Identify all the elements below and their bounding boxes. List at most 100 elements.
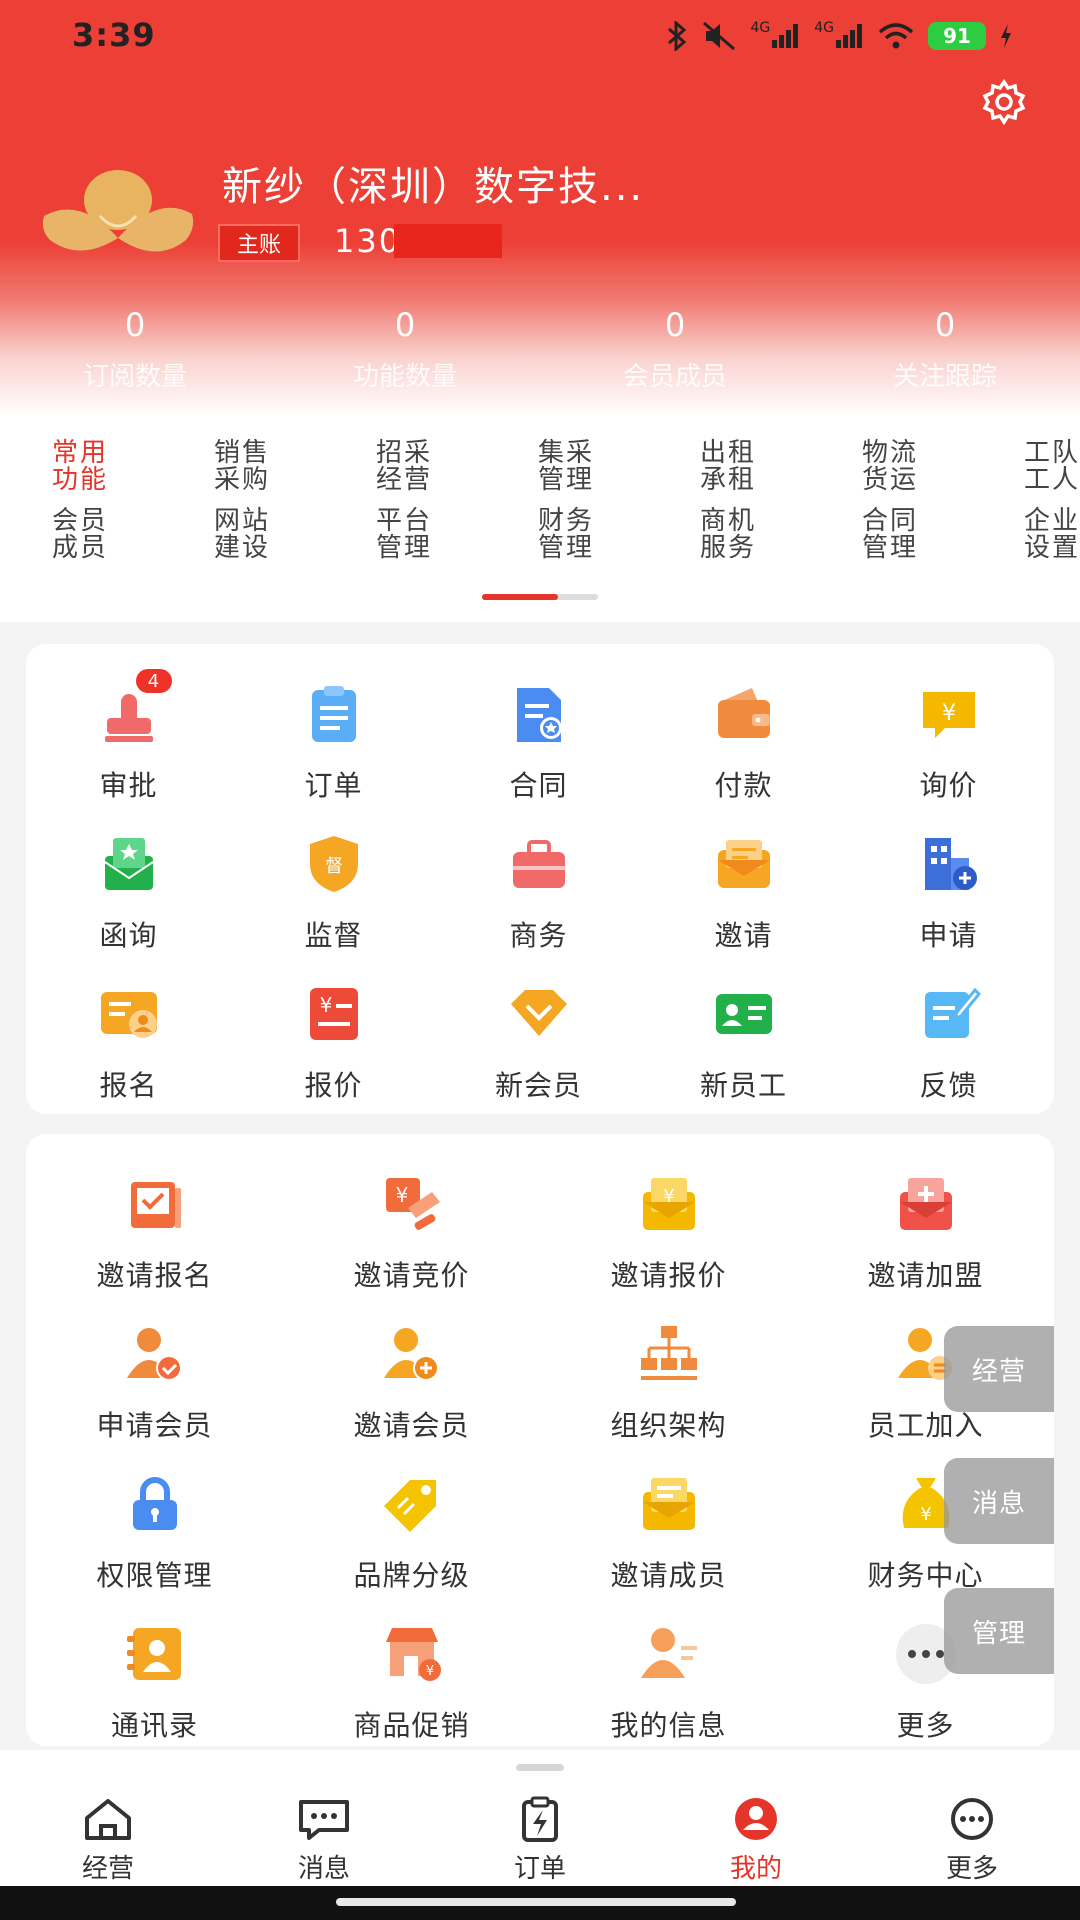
grid-item-id-card[interactable]: 新员工 <box>641 982 846 1104</box>
category-item[interactable]: 常用 功能 <box>40 440 120 494</box>
management-functions-card: 邀请报名 ¥ 邀请竞价 ¥ 邀请报价 邀请加盟 申请会员 邀请会员 组织架构 员工加入 权限管理 品牌… <box>26 1134 1054 1746</box>
category-item[interactable]: 物流 货运 <box>850 440 930 494</box>
briefcase-icon <box>507 832 571 896</box>
grid-item-lock[interactable]: 权限管理 <box>26 1472 283 1594</box>
grid-item-label: 付款 <box>714 769 773 802</box>
grid-item-inquiry[interactable]: ¥ 询价 <box>846 682 1051 804</box>
grid-item-feedback[interactable]: 反馈 <box>846 982 1051 1104</box>
grid-item-envelope[interactable]: 邀请 <box>641 832 846 954</box>
feedback-icon <box>917 982 981 1046</box>
tab-home[interactable]: 经营 <box>48 1796 168 1885</box>
grid-item-briefcase[interactable]: 商务 <box>436 832 641 954</box>
floating-button-3[interactable]: 管理 <box>944 1588 1054 1674</box>
grid-item-invite-quote[interactable]: ¥ 邀请报价 <box>540 1172 797 1294</box>
category-scroll-indicator <box>482 594 598 600</box>
grid-item-label: 订单 <box>304 769 363 802</box>
grid-item-label: 反馈 <box>919 1069 978 1102</box>
settings-gear-icon[interactable] <box>980 78 1028 126</box>
stat-label: 订阅数量 <box>82 362 187 392</box>
grid-item-apply-member[interactable]: 申请会员 <box>26 1322 283 1444</box>
grid-item-label: 商品促销 <box>353 1709 470 1742</box>
category-line2: 设置 <box>1023 533 1080 563</box>
category-item[interactable]: 工队 工人 <box>1012 440 1080 494</box>
grid-item-invite-signup[interactable]: 邀请报名 <box>26 1172 283 1294</box>
stat-label: 会员成员 <box>622 362 727 392</box>
grid-item-label: 品牌分级 <box>353 1559 470 1592</box>
tab-label: 订单 <box>513 1854 566 1884</box>
category-item[interactable]: 合同 管理 <box>850 508 930 562</box>
grid-item-label: 权限管理 <box>96 1559 213 1592</box>
grid-item-label: 邀请加盟 <box>867 1259 984 1292</box>
grid-item-shield[interactable]: 督监督 <box>231 832 436 954</box>
category-item[interactable]: 平台 管理 <box>364 508 444 562</box>
grid-item-signup-card[interactable]: 报名 <box>26 982 231 1104</box>
stat-item[interactable]: 0 功能数量 <box>270 306 540 393</box>
tab-more[interactable]: 更多 <box>912 1796 1032 1885</box>
grid-item-label: 申请会员 <box>96 1409 213 1442</box>
category-item[interactable]: 网站 建设 <box>202 508 282 562</box>
grid-item-contract[interactable]: 合同 <box>436 682 641 804</box>
category-item[interactable]: 企业 设置 <box>1012 508 1080 562</box>
tab-order[interactable]: 订单 <box>480 1796 600 1885</box>
grid-item-label: 邀请 <box>714 919 773 952</box>
category-item[interactable]: 商机 服务 <box>688 508 768 562</box>
signal-icon-2: 4G <box>814 20 864 52</box>
floating-button-2[interactable]: 消息 <box>944 1458 1054 1544</box>
company-logo <box>40 166 196 262</box>
stat-label: 关注跟踪 <box>892 362 997 392</box>
grid-item-store[interactable]: ¥ 商品促销 <box>283 1622 540 1744</box>
grid-item-org-chart[interactable]: 组织架构 <box>540 1322 797 1444</box>
tab-profile[interactable]: 我的 <box>696 1796 816 1885</box>
grid-item-diamond[interactable]: 新会员 <box>436 982 641 1104</box>
shield-icon: 督 <box>302 832 366 896</box>
phone-redaction <box>394 224 502 258</box>
role-badge: 主账 <box>218 224 300 262</box>
category-line1: 合同 <box>861 506 918 536</box>
svg-text:¥: ¥ <box>920 1504 931 1525</box>
floating-button-1[interactable]: 经营 <box>944 1326 1054 1412</box>
category-line2: 建设 <box>213 533 270 563</box>
category-item[interactable]: 招采 经营 <box>364 440 444 494</box>
grid-item-label: 询价 <box>919 769 978 802</box>
status-time: 3:39 <box>72 16 156 54</box>
category-item[interactable]: 出租 承租 <box>688 440 768 494</box>
invite-signup-icon <box>123 1172 187 1236</box>
invite-member-mail-icon <box>637 1472 701 1536</box>
invite-quote-icon: ¥ <box>637 1172 701 1236</box>
category-item[interactable]: 财务 管理 <box>526 508 606 562</box>
status-bar: 3:39 4G 4G 91 <box>0 0 1080 76</box>
store-icon: ¥ <box>380 1622 444 1686</box>
grid-item-tag[interactable]: 品牌分级 <box>283 1472 540 1594</box>
signup-card-icon <box>97 982 161 1046</box>
grid-item-wallet[interactable]: 付款 <box>641 682 846 804</box>
grid-item-letter[interactable]: 函询 <box>26 832 231 954</box>
signal-icon-1: 4G <box>750 20 800 52</box>
grid-item-contacts[interactable]: 通讯录 <box>26 1622 283 1744</box>
grid-item-quote[interactable]: ¥ 报价 <box>231 982 436 1104</box>
drag-handle[interactable] <box>516 1764 564 1771</box>
grid-item-clipboard[interactable]: 订单 <box>231 682 436 804</box>
grid-item-label: 组织架构 <box>610 1409 727 1442</box>
stat-item[interactable]: 0 关注跟踪 <box>810 306 1080 393</box>
grid-item-invite-bid[interactable]: ¥ 邀请竞价 <box>283 1172 540 1294</box>
home-indicator[interactable] <box>336 1898 736 1906</box>
lock-icon <box>123 1472 187 1536</box>
grid-item-my-info[interactable]: 我的信息 <box>540 1622 797 1744</box>
category-item[interactable]: 会员 成员 <box>40 508 120 562</box>
stat-value: 0 <box>394 306 416 344</box>
grid-item-invite-member[interactable]: 邀请会员 <box>283 1322 540 1444</box>
stat-item[interactable]: 0 订阅数量 <box>0 306 270 393</box>
category-item[interactable]: 销售 采购 <box>202 440 282 494</box>
category-line1: 集采 <box>537 438 594 468</box>
category-line2: 成员 <box>51 533 108 563</box>
company-name[interactable]: 新纱（深圳）数字技... <box>222 154 644 212</box>
grid-item-stamp[interactable]: 4 审批 <box>26 666 231 804</box>
grid-item-building[interactable]: 申请 <box>846 832 1051 954</box>
tab-message[interactable]: 消息 <box>264 1796 384 1885</box>
grid-item-invite-member-mail[interactable]: 邀请成员 <box>540 1472 797 1594</box>
grid-item-label: 新员工 <box>699 1069 787 1102</box>
grid-item-invite-join[interactable]: 邀请加盟 <box>797 1172 1054 1294</box>
category-item[interactable]: 集采 管理 <box>526 440 606 494</box>
stat-item[interactable]: 0 会员成员 <box>540 306 810 393</box>
common-functions-card: 4 审批订单 合同付款 ¥ 询价函询督监督 商务邀请 申请报名 ¥ 报价 新会员新员工 反馈 <box>26 644 1054 1114</box>
